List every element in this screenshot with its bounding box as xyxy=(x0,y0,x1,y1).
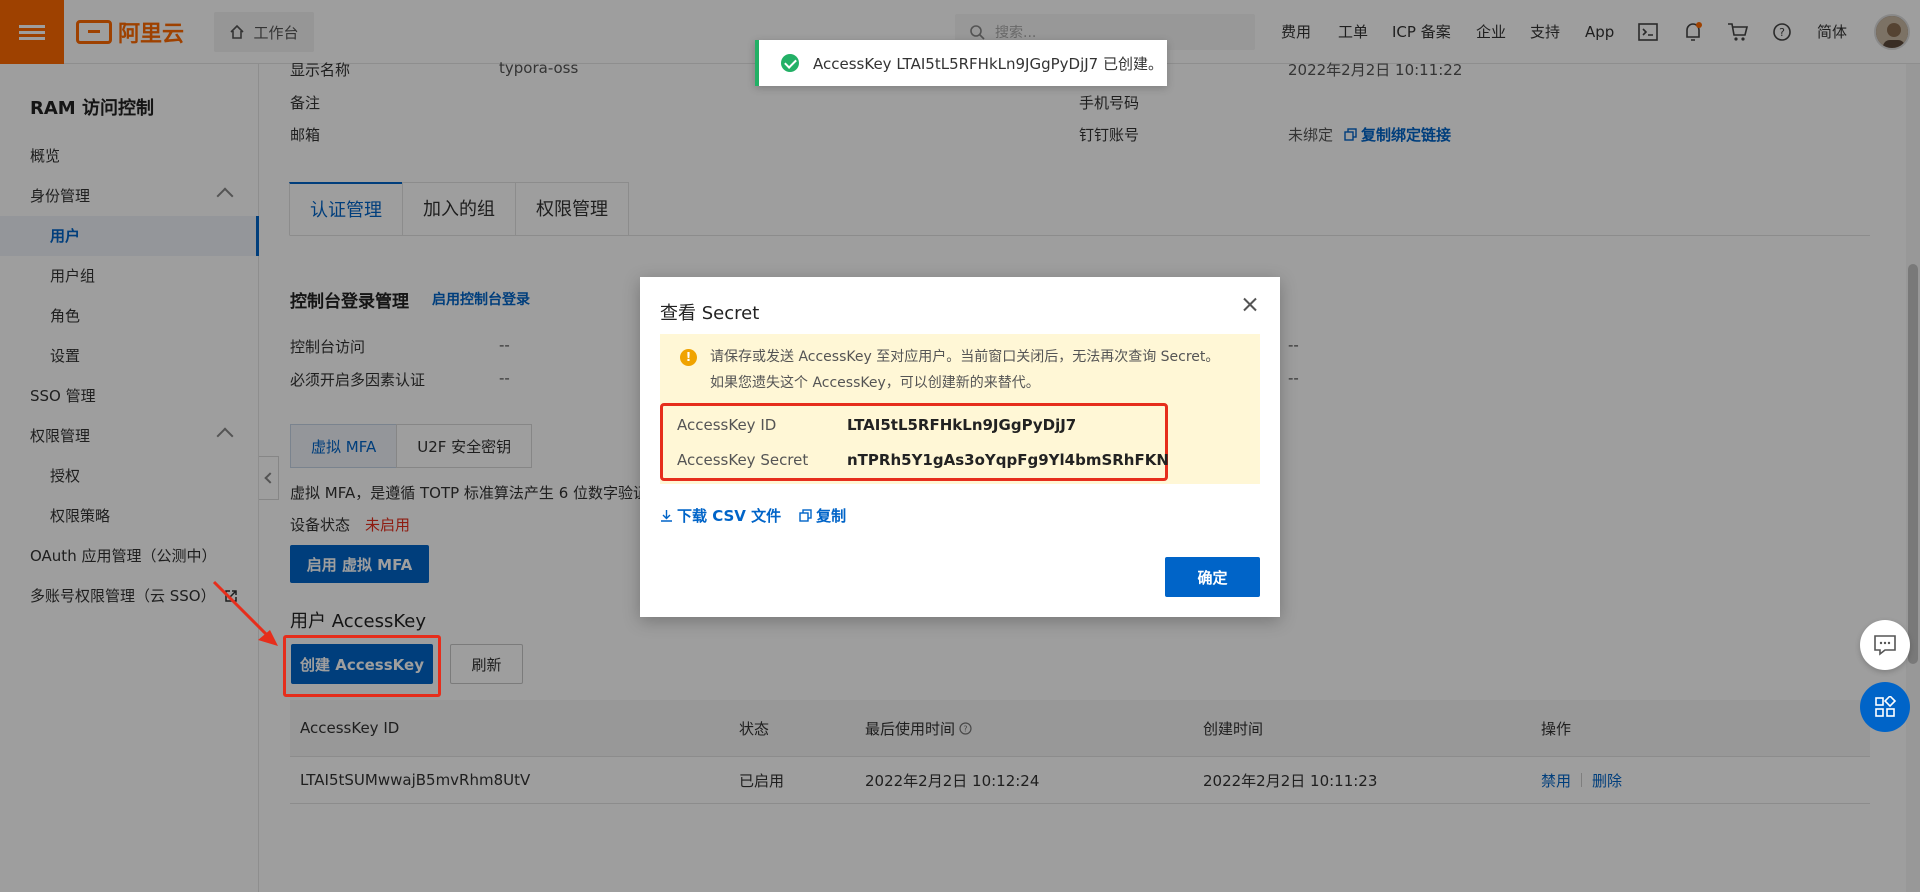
copy-label: 复制 xyxy=(816,507,847,525)
notice-text: 请保存或发送 AccessKey 至对应用户。当前窗口关闭后，无法再次查询 Se… xyxy=(710,349,1220,391)
key-highlight-box: AccessKey ID LTAI5tL5RFHkLn9JGgPyDjJ7 Ac… xyxy=(660,403,1169,481)
close-icon[interactable] xyxy=(1238,293,1262,317)
check-circle-icon xyxy=(781,54,799,72)
view-secret-dialog: 查看 Secret ! 请保存或发送 AccessKey 至对应用户。当前窗口关… xyxy=(640,277,1280,617)
apps-grid-icon xyxy=(1875,696,1896,717)
accesskey-secret-value: nTPRh5Y1gAs3oYqpFg9Yl4bmSRhFKN xyxy=(847,451,1169,469)
accesskey-id-value: LTAI5tL5RFHkLn9JGgPyDjJ7 xyxy=(847,416,1077,434)
annotation-highlight-box xyxy=(283,635,441,697)
copy-link[interactable]: 复制 xyxy=(799,505,846,526)
feedback-button[interactable] xyxy=(1860,620,1910,670)
accesskey-id-row: AccessKey ID LTAI5tL5RFHkLn9JGgPyDjJ7 xyxy=(677,416,1076,434)
accesskey-secret-row: AccessKey Secret nTPRh5Y1gAs3oYqpFg9Yl4b… xyxy=(677,451,1169,469)
accesskey-secret-label: AccessKey Secret xyxy=(677,451,809,469)
accesskey-id-label: AccessKey ID xyxy=(677,416,777,434)
download-csv-link[interactable]: 下载 CSV 文件 xyxy=(660,505,781,526)
download-icon xyxy=(661,510,672,522)
copy-icon xyxy=(799,509,812,522)
annotation-arrow-icon xyxy=(212,580,278,646)
apps-button[interactable] xyxy=(1860,682,1910,732)
toast-message: AccessKey LTAI5tL5RFHkLn9JGgPyDjJ7 已创建。 xyxy=(813,54,1163,73)
chat-icon xyxy=(1874,635,1896,656)
warning-icon: ! xyxy=(680,349,697,366)
confirm-button[interactable]: 确定 xyxy=(1165,557,1260,597)
dialog-title: 查看 Secret xyxy=(660,303,760,324)
warning-notice: ! 请保存或发送 AccessKey 至对应用户。当前窗口关闭后，无法再次查询 … xyxy=(660,334,1260,484)
success-toast: AccessKey LTAI5tL5RFHkLn9JGgPyDjJ7 已创建。 xyxy=(755,40,1167,86)
download-csv-label: 下载 CSV 文件 xyxy=(677,507,782,525)
dialog-links: 下载 CSV 文件 复制 xyxy=(660,505,846,526)
